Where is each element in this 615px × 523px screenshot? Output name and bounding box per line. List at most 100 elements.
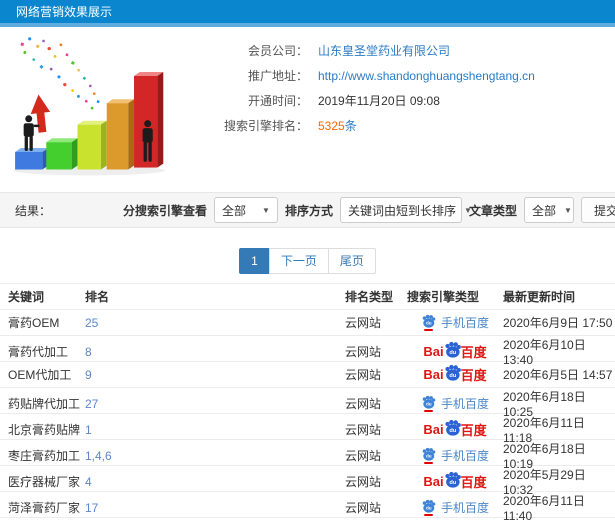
column-header-rank: 排名 — [85, 290, 110, 304]
rank-link[interactable]: 1 — [85, 423, 345, 437]
company-label: 会员公司： — [247, 44, 308, 58]
info-row-opened: 开通时间： 2019年11月20日 09:08 — [190, 92, 615, 109]
table-row: 北京膏药贴牌 1 云网站 du 手机百度 — [0, 414, 615, 445]
keyword-cell: 菏泽膏药厂家 — [8, 501, 81, 515]
baidu-paw-icon: du — [445, 471, 461, 488]
rank-link[interactable]: 8 — [85, 345, 345, 359]
rank-link[interactable]: 17 — [85, 501, 345, 515]
rank-type-cell: 云网站 — [345, 397, 382, 411]
submit-button[interactable]: 提交 — [581, 197, 615, 223]
keyword-rank-table: 关键词 排名 排名类型 搜索引擎类型 最新更新时间 膏药OEM 25 云网站 d… — [0, 283, 615, 523]
businessman-left — [23, 115, 40, 151]
search-rank-count-link[interactable]: 5325条 — [318, 117, 357, 134]
article-type-select[interactable]: 全部 ▼ — [524, 197, 574, 223]
page-title: 网络营销效果展示 — [16, 5, 113, 19]
svg-text:du: du — [426, 506, 432, 511]
rank-type-cell: 云网站 — [345, 449, 382, 463]
keyword-cell: 北京膏药贴牌 — [8, 423, 81, 437]
sort-select[interactable]: 关键词由短到长排序 ▼ — [339, 197, 472, 223]
top-header-bar: 网络营销效果展示 — [0, 0, 615, 23]
rank-type-cell: 云网站 — [345, 501, 382, 515]
baidu-logo-suffix: 百度 — [460, 475, 487, 490]
company-info-section: 会员公司： 山东皇圣堂药业有限公司 推广地址： http://www.shand… — [0, 27, 615, 192]
paw-underline — [423, 462, 433, 464]
open-time-value: 2019年11月20日 09:08 — [318, 94, 440, 108]
baidu-paw-icon: du — [421, 447, 436, 464]
rank-type-cell: 云网站 — [345, 423, 382, 437]
promotion-url-link[interactable]: http://www.shandonghuangshengtang.cn — [318, 69, 535, 83]
company-link[interactable]: 山东皇圣堂药业有限公司 — [318, 42, 450, 59]
svg-text:du: du — [426, 402, 432, 407]
updated-time-cell: 2020年6月5日 14:57 — [503, 368, 613, 382]
mobile-baidu-logo: du 手机百度 — [421, 314, 489, 331]
baidu-paw-icon: du — [421, 499, 436, 516]
column-header-rank-type: 排名类型 — [345, 290, 394, 304]
chevron-down-icon: ▼ — [564, 205, 572, 215]
table-row: 药贴牌代加工 27 云网站 du 手机百度 2020年6月18日 10:25 — [0, 388, 615, 419]
page-button-current[interactable]: 1 — [239, 248, 270, 274]
page-button-next[interactable]: 下一页 — [268, 248, 329, 274]
rank-type-cell: 云网站 — [345, 316, 382, 330]
table-row: OEM代加工 9 云网站 du 手机百度 — [0, 362, 615, 388]
rank-count-number: 5325 — [318, 119, 345, 133]
engine-cell: du 手机百度 Bai du 百度 — [407, 314, 503, 331]
mobile-baidu-logo: du 手机百度 — [421, 395, 489, 412]
svg-text:du: du — [449, 373, 456, 379]
keyword-cell: 膏药OEM — [8, 316, 60, 330]
baidu-logo-suffix: 百度 — [460, 345, 487, 360]
engine-cell: du 手机百度 Bai du 百度 — [407, 447, 503, 464]
rank-count-unit: 条 — [344, 119, 357, 133]
table-header-row: 关键词 排名 排名类型 搜索引擎类型 最新更新时间 — [0, 284, 615, 310]
bar-lime — [77, 120, 107, 170]
baidu-paw-icon: du — [421, 395, 436, 412]
info-row-url: 推广地址： http://www.shandonghuangshengtang.… — [190, 67, 615, 84]
open-time-label: 开通时间： — [247, 94, 308, 108]
bar-orange — [106, 99, 135, 170]
article-type-label: 文章类型 — [468, 203, 517, 218]
baidu-paw-icon: du — [421, 314, 436, 331]
table-row: 膏药OEM 25 云网站 du 手机百度 2020年6月9日 17:50 — [0, 310, 615, 336]
svg-text:du: du — [449, 480, 456, 486]
table-row: 膏药代加工 8 云网站 du 手机百度 — [0, 336, 615, 367]
rank-link[interactable]: 1,4,6 — [85, 449, 345, 463]
svg-text:du: du — [449, 428, 456, 434]
company-info-rows: 会员公司： 山东皇圣堂药业有限公司 推广地址： http://www.shand… — [190, 27, 615, 134]
page-button-last[interactable]: 尾页 — [327, 248, 376, 274]
confetti-dots — [20, 37, 100, 110]
info-row-company: 会员公司： 山东皇圣堂药业有限公司 — [190, 42, 615, 59]
baidu-logo: Bai du 百度 — [423, 341, 487, 361]
mobile-baidu-logo: du 手机百度 — [421, 447, 489, 464]
engine-filter-select[interactable]: 全部 ▼ — [213, 197, 278, 223]
rank-link[interactable]: 9 — [85, 368, 345, 382]
promotion-url-label: 推广地址： — [247, 69, 308, 83]
baidu-logo-bai: Bai — [423, 474, 444, 489]
promo-chart-image — [13, 37, 166, 176]
column-header-keyword: 关键词 — [8, 290, 45, 304]
updated-time-cell: 2020年6月9日 17:50 — [503, 316, 613, 330]
engine-cell: du 手机百度 Bai du 百度 — [407, 499, 503, 516]
updated-time-cell: 2020年6月10日 13:40 — [503, 338, 586, 367]
keyword-cell: 枣庄膏药加工 — [8, 449, 81, 463]
rank-link[interactable]: 27 — [85, 397, 345, 411]
baidu-paw-icon: du — [445, 364, 461, 381]
filter-controls: 分搜索引擎查看 全部 ▼ 排序方式 关键词由短到长排序 ▼ 文章类型 全部 ▼ … — [123, 197, 615, 223]
sort-value: 关键词由短到长排序 — [347, 203, 456, 218]
rank-link[interactable]: 4 — [85, 475, 345, 489]
engine-cell: du 手机百度 Bai du 百度 — [407, 341, 503, 361]
info-row-rank-count: 搜索引擎排名： 5325条 — [190, 117, 615, 134]
rank-type-cell: 云网站 — [345, 368, 382, 382]
mobile-baidu-label: 手机百度 — [440, 316, 489, 330]
svg-text:du: du — [426, 454, 432, 459]
pagination: 1 下一页 尾页 — [0, 248, 615, 274]
baidu-logo: Bai du 百度 — [423, 364, 487, 384]
chevron-down-icon: ▼ — [262, 205, 270, 215]
column-header-engine-type: 搜索引擎类型 — [407, 290, 480, 304]
rank-type-cell: 云网站 — [345, 475, 382, 489]
keyword-cell: 医疗器械厂家 — [8, 475, 81, 489]
table-row: 菏泽膏药厂家 17 云网站 du 手机百度 2020年6月11日 11:40 — [0, 492, 615, 523]
rank-link[interactable]: 25 — [85, 316, 345, 330]
baidu-logo-bai: Bai — [423, 367, 444, 382]
paw-underline — [423, 514, 433, 516]
article-type-value: 全部 — [532, 203, 557, 218]
engine-cell: du 手机百度 Bai du 百度 — [407, 471, 503, 491]
